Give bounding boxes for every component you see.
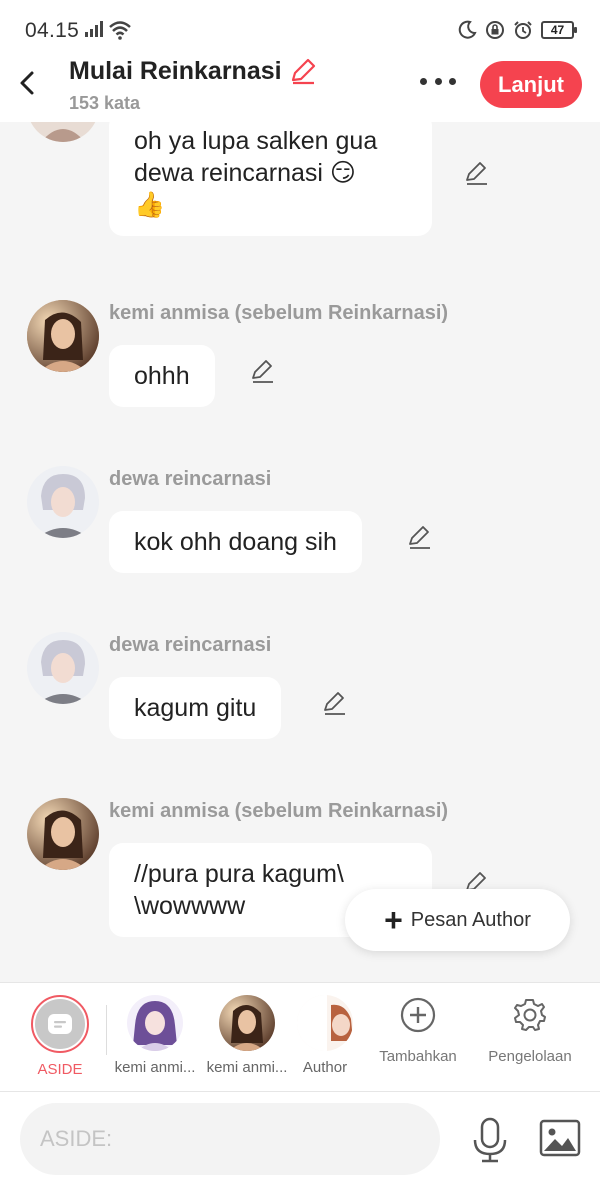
sender-name: dewa reincarnasi (109, 634, 272, 656)
status-time: 04.15 (25, 19, 80, 42)
divider (106, 1005, 107, 1055)
wifi-icon (109, 21, 131, 40)
battery-indicator: 47 (541, 21, 577, 39)
next-button[interactable]: Lanjut (480, 61, 582, 108)
sender-name: kemi anmisa (sebelum Reinkarnasi) (109, 302, 449, 324)
character-item[interactable]: kemi anmi... (204, 995, 290, 1076)
lock-rotation-icon (486, 21, 504, 39)
edit-message-icon[interactable] (464, 160, 490, 186)
signal-icon (85, 21, 103, 37)
sender-name: dewa reincarnasi (109, 468, 272, 490)
back-icon[interactable] (14, 66, 42, 100)
alarm-icon (514, 21, 532, 39)
message-input[interactable] (20, 1103, 440, 1175)
avatar (219, 995, 275, 1051)
avatar[interactable] (27, 466, 99, 538)
avatar (127, 995, 183, 1051)
chat-area: oh ya lupa salken gua dewa reincarnasi 😏… (0, 122, 600, 982)
author-message-button[interactable]: + Pesan Author (345, 889, 570, 951)
character-label: kemi anmi... (114, 1059, 196, 1076)
input-bar (0, 1092, 600, 1180)
character-item[interactable]: kemi anmi... (112, 995, 198, 1076)
system-icons: 47 (457, 20, 577, 40)
character-label: ASIDE (37, 1061, 83, 1078)
message-icon (48, 1014, 72, 1034)
page-title: Mulai Reinkarnasi (69, 56, 282, 85)
header: Mulai Reinkarnasi 153 kata Lanjut (0, 50, 600, 122)
character-label: Author (302, 1059, 348, 1076)
add-character-button[interactable]: Tambahkan (370, 997, 466, 1065)
avatar[interactable] (27, 632, 99, 704)
network-icons (84, 20, 132, 40)
manage-label: Pengelolaan (488, 1048, 572, 1065)
word-count: 153 kata (69, 93, 141, 113)
add-circle-icon (400, 997, 436, 1033)
more-options-button[interactable] (420, 76, 456, 86)
moon-icon (458, 20, 477, 39)
character-bar: ASIDE kemi anmi... kemi anmi... Author T… (0, 982, 600, 1092)
character-aside[interactable]: ASIDE (17, 995, 103, 1078)
title-row: Mulai Reinkarnasi (69, 56, 318, 86)
avatar[interactable] (27, 300, 99, 372)
avatar (297, 995, 353, 1051)
image-icon[interactable] (538, 1118, 582, 1158)
manage-button[interactable]: Pengelolaan (480, 997, 580, 1065)
aside-avatar (31, 995, 89, 1053)
edit-message-icon[interactable] (322, 690, 348, 716)
edit-title-icon[interactable] (288, 56, 318, 86)
plus-icon: + (384, 902, 403, 938)
message-bubble: ohhh (109, 345, 215, 407)
author-message-label: Pesan Author (410, 908, 531, 931)
avatar[interactable] (27, 798, 99, 870)
edit-message-icon[interactable] (407, 524, 433, 550)
microphone-icon[interactable] (470, 1116, 510, 1164)
character-label: kemi anmi... (206, 1059, 288, 1076)
add-character-label: Tambahkan (379, 1048, 457, 1065)
message-bubble: oh ya lupa salken gua dewa reincarnasi 😏… (109, 122, 432, 236)
message-bubble: kok ohh doang sih (109, 511, 362, 573)
message-bubble: kagum gitu (109, 677, 282, 739)
edit-message-icon[interactable] (250, 358, 276, 384)
sender-name: kemi anmisa (sebelum Reinkarnasi) (109, 800, 449, 822)
avatar[interactable] (27, 122, 99, 142)
gear-icon (514, 999, 546, 1031)
character-item[interactable]: Author (282, 995, 368, 1076)
